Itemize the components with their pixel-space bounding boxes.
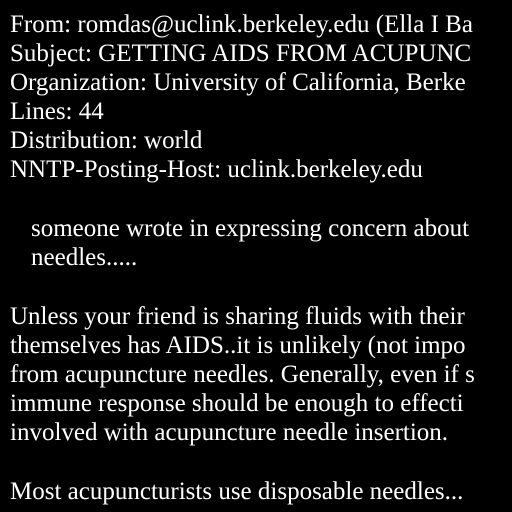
quoted-line: needles..... <box>31 244 138 271</box>
body-line: Most acupuncturists use disposable needl… <box>10 478 464 505</box>
message-viewer: From: romdas@uclink.berkeley.edu (Ella I… <box>0 0 512 512</box>
body-line: from acupuncture needles. Generally, eve… <box>10 361 475 388</box>
header-organization: Organization: University of California, … <box>10 69 466 96</box>
header-from: From: romdas@uclink.berkeley.edu (Ella I… <box>10 11 473 38</box>
header-subject: Subject: GETTING AIDS FROM ACUPUNC <box>10 40 472 67</box>
header-distribution: Distribution: world <box>10 127 203 154</box>
body-line: Unless your friend is sharing fluids wit… <box>10 303 465 330</box>
header-nntp-posting-host: NNTP-Posting-Host: uclink.berkeley.edu <box>10 156 423 183</box>
quoted-line: someone wrote in expressing concern abou… <box>31 215 470 242</box>
header-lines: Lines: 44 <box>10 98 104 125</box>
body-line: involved with acupuncture needle inserti… <box>10 419 449 446</box>
body-line: themselves has AIDS..it is unlikely (not… <box>10 332 466 359</box>
body-line: immune response should be enough to effe… <box>10 390 464 417</box>
